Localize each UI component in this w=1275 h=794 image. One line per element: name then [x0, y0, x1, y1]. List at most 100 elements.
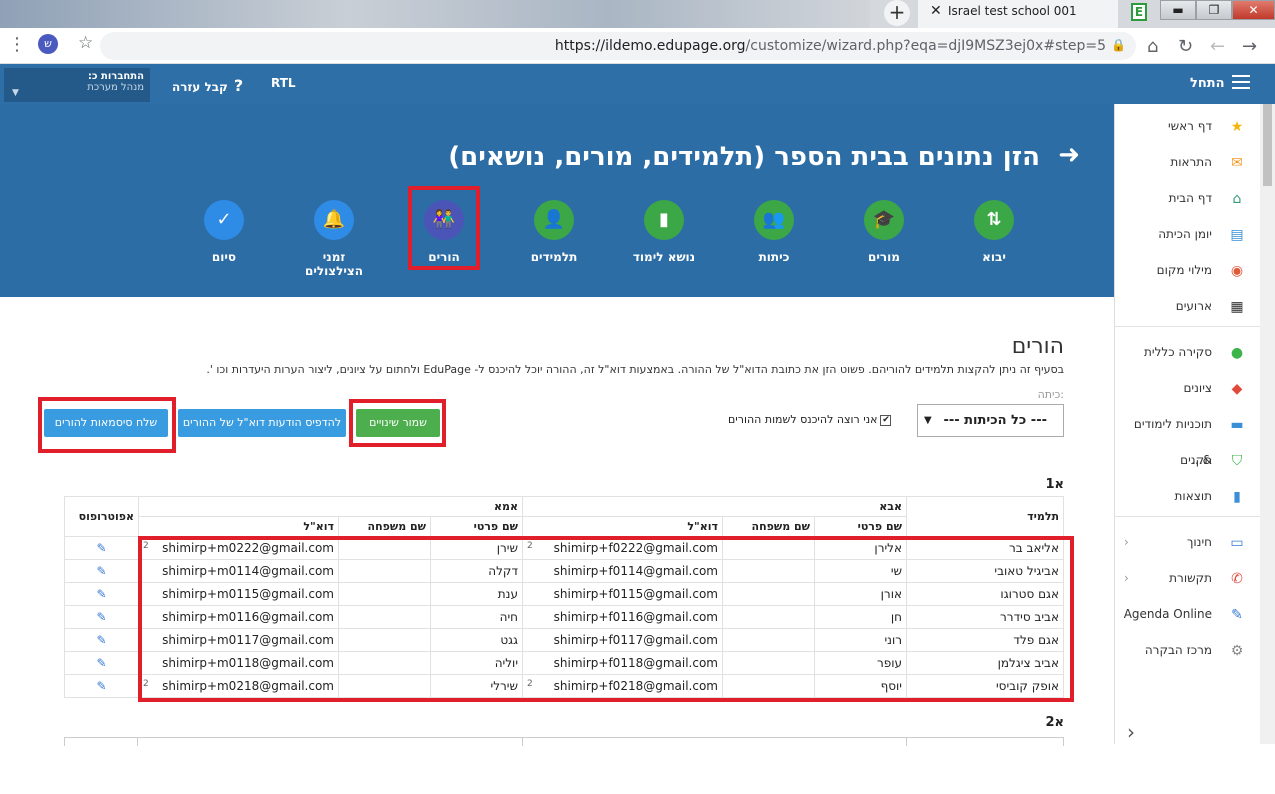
header-mother-email: דוא"ל	[138, 516, 339, 537]
reload-icon[interactable]: ↻	[1178, 36, 1193, 57]
new-tab-button[interactable]: +	[884, 0, 910, 26]
sidebar-divider	[1114, 326, 1260, 327]
account-title: התחברות כ:	[87, 71, 144, 82]
profile-avatar[interactable]: ש	[38, 34, 58, 54]
class-a1-title: א1	[1045, 477, 1064, 492]
step-label: זמני הצילצולים	[305, 250, 363, 278]
step-icon: ▮	[644, 200, 684, 240]
sidebar-item-label: תוצאות	[1174, 489, 1212, 503]
scrollbar-thumb[interactable]	[1263, 104, 1272, 186]
sidebar-icon: ●	[1230, 345, 1244, 361]
sidebar-item[interactable]: ★ דף ראשי	[1114, 108, 1260, 144]
header-father-email: דוא"ל	[522, 516, 723, 537]
sidebar-item-label: מילוי מקום	[1156, 263, 1212, 277]
highlight-box-parents-step	[408, 186, 480, 270]
enter-parent-names-checkbox[interactable]: ✔אני רוצה להיכנס לשמות ההורים	[728, 413, 892, 426]
wizard-step[interactable]: 👥 כיתות	[734, 200, 814, 264]
highlight-box-save	[349, 399, 446, 447]
sidebar-item[interactable]: ✎ Agenda Online	[1114, 596, 1260, 632]
next-table-header	[64, 737, 1064, 746]
sidebar-item[interactable]: ▤ יומן הכיתה	[1114, 216, 1260, 252]
print-parent-emails-button[interactable]: להדפיס הודעות דוא"ל של ההורים	[178, 409, 346, 437]
rtl-toggle[interactable]: RTL	[271, 76, 296, 90]
header-mother-last: שם משפחה	[338, 516, 431, 537]
sidebar: ‹ ★ דף ראשי ✉ התראות ⌂ דף הבית ▤ יומן הכיתה ◉ מיל…	[1114, 104, 1260, 744]
class-select[interactable]: --- כל הכיתות --- ▼	[917, 404, 1064, 437]
highlight-box-send	[38, 397, 176, 453]
sidebar-icon: ⌂	[1232, 191, 1242, 207]
sidebar-item[interactable]: ⚙ מרכז הבקרה	[1114, 632, 1260, 668]
wizard-step[interactable]: 🎓 מורים	[844, 200, 924, 264]
edit-guardian-pencil-icon[interactable]: ✎	[64, 605, 139, 629]
home-icon[interactable]: ⌂	[1147, 36, 1158, 57]
sidebar-icon: ⚙	[1230, 643, 1244, 659]
address-bar: ⋮ ש ☆ https://ildemo.edupage.org/customi…	[0, 28, 1275, 64]
sidebar-item[interactable]: ▦ ארועים	[1114, 288, 1260, 324]
sidebar-item[interactable]: ✆ תקשורת ‹	[1114, 560, 1260, 596]
hamburger-menu-icon[interactable]	[1232, 75, 1250, 89]
wizard-step[interactable]: ⇅ יבוא	[954, 200, 1034, 264]
step-icon: 🎓	[864, 200, 904, 240]
question-icon: ?	[233, 76, 244, 95]
blurred-tabs	[0, 0, 870, 28]
section-description: בסעיף זה ניתן להקצות תלמידים להוריהם. פש…	[206, 363, 1064, 376]
sidebar-icon: ✉	[1231, 155, 1243, 171]
step-label: כיתות	[758, 250, 790, 264]
arrow-right-icon: ➜	[1058, 140, 1080, 170]
close-window-icon[interactable]: ✕	[1232, 0, 1275, 20]
sidebar-item-label: Agenda Online	[1123, 607, 1212, 621]
start-menu-label[interactable]: התחל	[1190, 76, 1225, 91]
sidebar-item[interactable]: ▮ תוצאות	[1114, 478, 1260, 514]
caret-down-icon: ▼	[12, 88, 19, 98]
wizard-step[interactable]: ▮ נושא לימוד	[624, 200, 704, 264]
hero-title-text: הזן נתונים בבית הספר (תלמידים, מורים, נו…	[448, 142, 1040, 172]
main-content: הורים בסעיף זה ניתן להקצות תלמידים להורי…	[0, 297, 1114, 746]
sidebar-divider	[1114, 516, 1260, 517]
url-input[interactable]: https://ildemo.edupage.org/customize/wiz…	[100, 32, 1136, 60]
sidebar-item[interactable]: ◆ ציונים	[1114, 370, 1260, 406]
scrollbar[interactable]	[1260, 104, 1275, 744]
collapse-sidebar-icon[interactable]: ‹	[1127, 720, 1135, 744]
wizard-step[interactable]: ✓ סיום	[184, 200, 264, 264]
minimize-icon[interactable]: ▬	[1160, 0, 1196, 20]
edit-guardian-pencil-icon[interactable]: ✎	[64, 674, 139, 698]
extension-e-icon[interactable]: E	[1131, 3, 1147, 21]
checkbox-checked-icon[interactable]: ✔	[880, 414, 892, 426]
help-link[interactable]: קבל עזרה?	[172, 76, 243, 95]
back-icon[interactable]: →	[1242, 36, 1257, 57]
header-mother-first: שם פרטי	[430, 516, 523, 537]
wizard-step[interactable]: 👤 תלמידים	[514, 200, 594, 264]
forward-icon[interactable]: ←	[1210, 36, 1225, 57]
sidebar-item-label: חינוך	[1186, 535, 1212, 549]
sidebar-item-label: דף ראשי	[1167, 119, 1212, 133]
bookmark-star-icon[interactable]: ☆	[78, 33, 93, 53]
edit-guardian-pencil-icon[interactable]: ✎	[64, 628, 139, 652]
edit-guardian-pencil-icon[interactable]: ✎	[64, 559, 139, 583]
header-father-last: שם משפחה	[722, 516, 815, 537]
sidebar-item[interactable]: ▬ תוכניות לימודים &...	[1114, 406, 1260, 467]
step-icon: 👥	[754, 200, 794, 240]
browser-tab[interactable]: ✕ Israel test school 001	[918, 0, 1118, 28]
account-switcher[interactable]: התחברות כ: מנהל מערכת ▼	[4, 68, 150, 102]
edit-guardian-pencil-icon[interactable]: ✎	[64, 651, 139, 675]
url-host: https://ildemo.edupage.org	[554, 38, 746, 54]
sidebar-icon: ▭	[1230, 535, 1244, 551]
sidebar-item[interactable]: ▭ חינוך ‹	[1114, 524, 1260, 560]
sidebar-item-label: תקשורת	[1169, 571, 1212, 585]
highlight-box-table-rows	[138, 536, 1074, 702]
close-tab-icon[interactable]: ✕	[930, 0, 942, 22]
browser-menu-icon[interactable]: ⋮	[8, 34, 26, 55]
section-title: הורים	[1011, 334, 1064, 359]
restore-icon[interactable]: ❐	[1196, 0, 1232, 20]
sidebar-item[interactable]: ⛉ תקנים	[1114, 442, 1260, 478]
url-text: https://ildemo.edupage.org/customize/wiz…	[555, 38, 1106, 54]
edit-guardian-pencil-icon[interactable]: ✎	[64, 582, 139, 606]
edit-guardian-pencil-icon[interactable]: ✎	[64, 536, 139, 560]
app-header: התחברות כ: מנהל מערכת ▼ קבל עזרה? RTL הת…	[0, 64, 1275, 104]
sidebar-item[interactable]: ⌂ דף הבית	[1114, 180, 1260, 216]
step-icon: ✓	[204, 200, 244, 240]
sidebar-item[interactable]: ✉ התראות	[1114, 144, 1260, 180]
sidebar-item[interactable]: ◉ מילוי מקום	[1114, 252, 1260, 288]
wizard-step[interactable]: 🔔 זמני הצילצולים	[294, 200, 374, 278]
sidebar-item[interactable]: ● סקירה כללית	[1114, 334, 1260, 370]
